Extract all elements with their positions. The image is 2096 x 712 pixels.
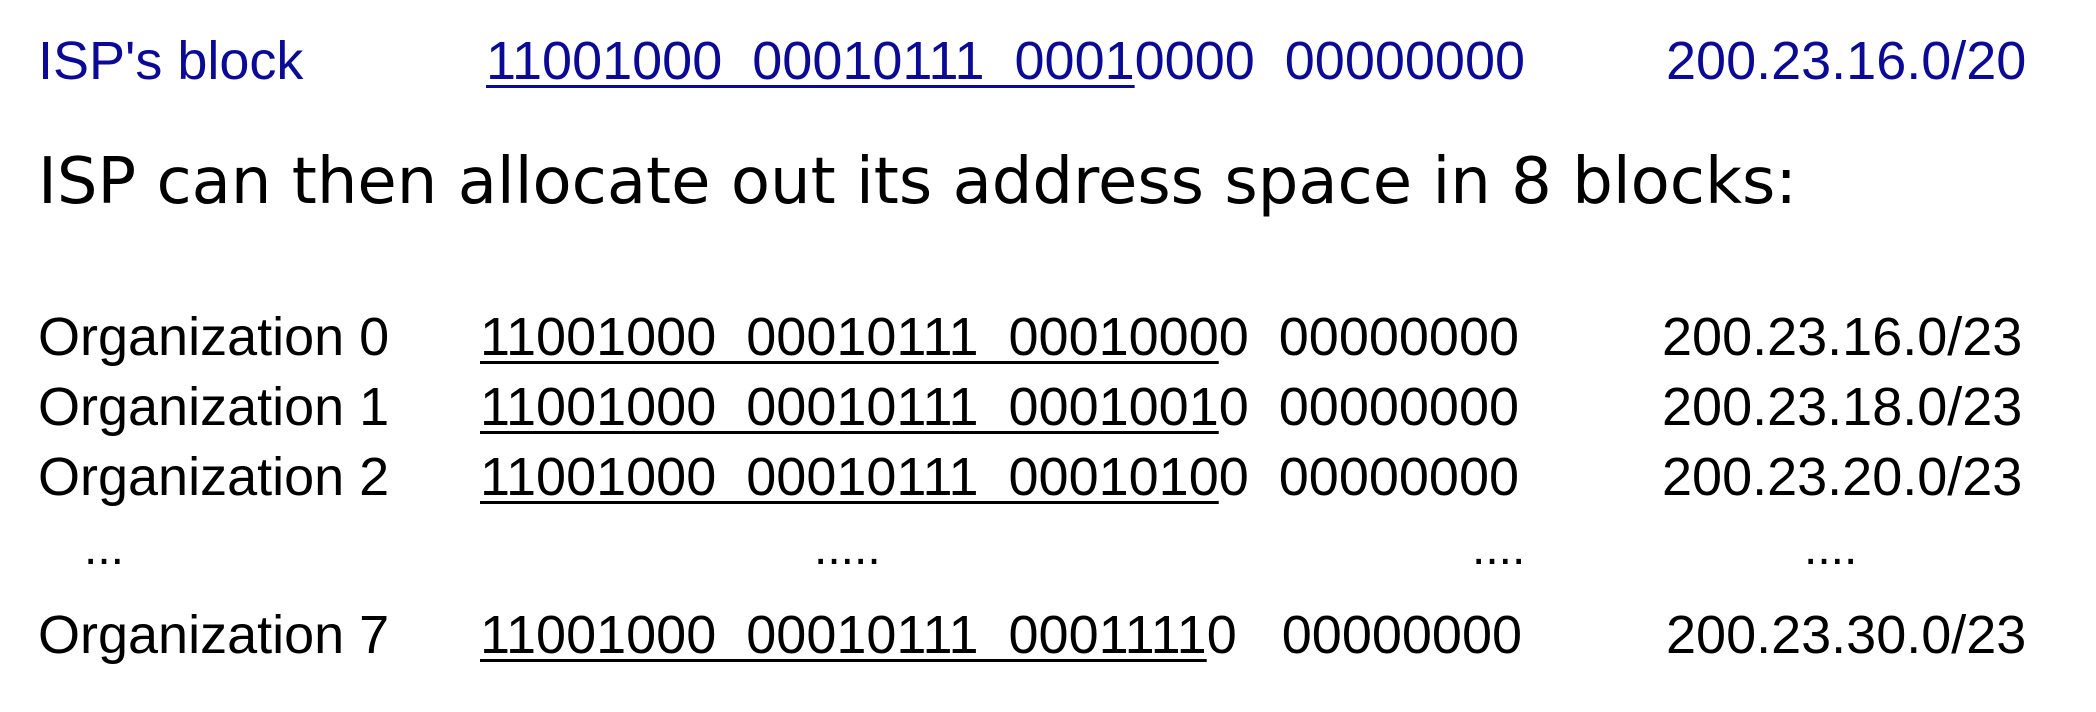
isp-block-cidr: 200.23.16.0/20 [1666,31,2027,91]
org-7-bits: 11001000 00010111 00011110 00000000 [480,608,1522,662]
org-2-network-bits: 11001000 00010111 0001010 [480,447,1219,507]
org-2-label: Organization 2 [38,447,390,507]
ellipsis-octet: .... [1472,522,1526,575]
org-1-host-bits: 0 00000000 [1218,377,1520,437]
org-0-cidr: 200.23.16.0/23 [1662,307,2023,367]
org-1-cidr: 200.23.18.0/23 [1662,377,2023,437]
org-7-label: Organization 7 [38,605,390,665]
org-2-cidr: 200.23.20.0/23 [1662,447,2023,507]
org-1-label: Organization 1 [38,377,390,437]
org-0-bits: 11001000 00010111 00010000 00000000 [480,310,1519,364]
isp-block-bits: 11001000 00010111 00010000 00000000 [486,34,1525,88]
org-2-host-bits: 0 00000000 [1218,447,1520,507]
isp-block-host-bits: 0000 00000000 [1134,31,1526,91]
isp-block-network-bits: 11001000 00010111 0001 [486,31,1135,91]
org-0-host-bits: 0 00000000 [1218,307,1520,367]
org-0-network-bits: 11001000 00010111 0001000 [480,307,1219,367]
org-7-network-bits: 11001000 00010111 0001111 [480,605,1207,665]
org-0-label: Organization 0 [38,307,390,367]
org-1-bits: 11001000 00010111 00010010 00000000 [480,380,1519,434]
org-2-bits: 11001000 00010111 00010100 00000000 [480,450,1519,504]
ellipsis-bits: ..... [814,522,881,575]
org-7-cidr: 200.23.30.0/23 [1666,605,2027,665]
ellipsis-cidr: .... [1804,522,1858,575]
ellipsis-label: ... [84,522,125,575]
page-heading: ISP can then allocate out its address sp… [38,145,1797,219]
isp-block-label: ISP's block [38,31,304,91]
org-7-host-bits: 0 00000000 [1206,605,1523,665]
org-1-network-bits: 11001000 00010111 0001001 [480,377,1219,437]
